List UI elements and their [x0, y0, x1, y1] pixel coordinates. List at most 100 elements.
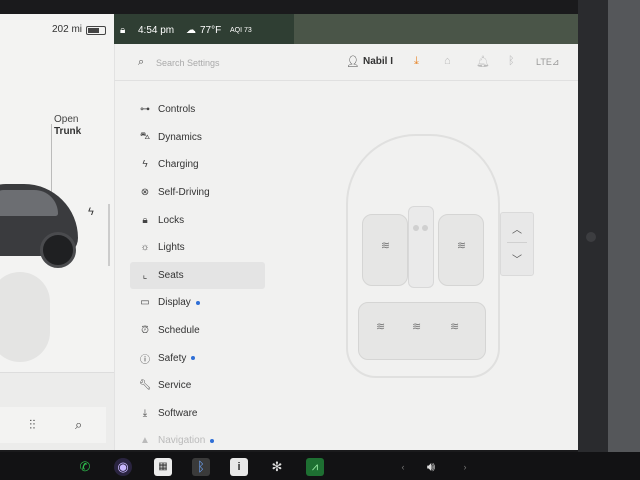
menu-item-dynamics[interactable]: ⛍︎ Dynamics — [130, 124, 265, 152]
menu-item-seats[interactable]: ⌞ Seats — [130, 261, 265, 290]
battery-icon — [86, 26, 106, 35]
sun-icon: ☼ — [140, 242, 150, 254]
notification-dot — [191, 356, 196, 361]
menu-item-safety[interactable]: ⓘ Safety — [130, 344, 265, 372]
download-icon[interactable]: ⤓ — [414, 55, 419, 68]
menu-item-navigation[interactable]: ▲ Navigation — [130, 427, 265, 450]
clock: 4:54 pm — [138, 25, 175, 36]
chevron-left-icon[interactable]: ‹ — [394, 458, 412, 476]
menu-label: Service — [158, 380, 192, 392]
chevron-down-icon[interactable]: ﹀ — [501, 251, 533, 266]
menu-label: Navigation — [158, 435, 206, 447]
outside-temperature: 77°F — [200, 25, 222, 36]
info-icon[interactable]: i — [230, 458, 248, 476]
menu-label: Safety — [158, 352, 187, 364]
rear-left-seat-heater-icon[interactable]: ≋ — [376, 320, 385, 333]
trunk-action-label: Open — [54, 114, 79, 125]
charge-port-icon[interactable]: ϟ — [88, 206, 94, 218]
seat-icon: ⌞ — [142, 269, 148, 281]
cellular-signal-icon: LTE⊿ — [536, 57, 560, 67]
lightning-icon: ϟ — [142, 159, 148, 171]
center-console — [408, 206, 434, 288]
notification-dot — [195, 300, 200, 305]
toggle-icon: ⊶ — [140, 104, 150, 116]
cloud-icon: ☁︎ — [186, 25, 196, 36]
media-control-row — [0, 407, 106, 443]
equalizer-icon[interactable]: ⫶⫶ — [29, 417, 36, 433]
shopping-bag-icon[interactable]: ⌂ — [444, 55, 451, 67]
car-wheel — [40, 232, 76, 268]
notification-dot — [210, 438, 215, 443]
search-settings-input[interactable] — [154, 54, 278, 72]
trunk-pointer-line — [51, 124, 52, 192]
trunk-label: Trunk — [54, 126, 82, 137]
menu-item-service[interactable]: 🔧︎ Service — [130, 372, 265, 400]
menu-label: Dynamics — [158, 131, 202, 143]
chevron-up-icon[interactable]: ︿ — [501, 221, 533, 236]
signal-lte-label: LTE — [536, 57, 552, 67]
download-icon: ⤓ — [142, 407, 148, 419]
menu-label: Display — [158, 297, 191, 309]
heat-waves-icon: ≋ — [380, 240, 390, 252]
menu-label: Locks — [158, 214, 185, 226]
phone-icon[interactable]: ✆ — [76, 458, 94, 476]
background-window — [608, 0, 640, 480]
app-dock: ✆ ◉ ▦ ᛒ i ✻ ⩘ ‹ 🔊︎ › — [0, 452, 640, 480]
menu-item-self-driving[interactable]: ⊗ Self-Driving — [130, 179, 265, 207]
menu-label: Controls — [158, 104, 196, 116]
air-quality-index: AQI 73 — [230, 27, 252, 34]
wrench-icon: 🔧︎ — [138, 380, 152, 392]
menu-label: Charging — [158, 159, 199, 171]
car-reflection — [0, 272, 50, 362]
settings-menu: ⊶ Controls ⛍︎ Dynamics ϟ Charging ⊗ Self-Dri… — [130, 96, 265, 450]
range-readout: 202 mi — [52, 24, 83, 35]
panel-scrollbar[interactable] — [108, 204, 110, 266]
menu-item-controls[interactable]: ⊶ Controls — [130, 96, 265, 124]
front-right-seat-heater[interactable]: ≋ — [438, 214, 484, 286]
settings-header: ⌕ 👤︎ Nabil I ⤓ ⌂ 🔔︎ ᛒ LTE⊿ — [114, 46, 578, 81]
touchscreen: 202 mi Open Trunk ϟ ⫶⫶ ⌕ 🔒︎ 4:54 pm ☁︎ 7… — [0, 14, 578, 450]
calendar-icon[interactable]: ▦ — [154, 458, 172, 476]
media-search-icon[interactable]: ⌕ — [75, 417, 82, 433]
menu-label: Schedule — [158, 325, 200, 337]
status-bar: 🔒︎ 4:54 pm ☁︎ 77°F AQI 73 — [114, 14, 578, 44]
screen-bezel — [578, 0, 640, 480]
camera-icon[interactable]: ◉ — [114, 458, 132, 476]
car-icon: ⛍︎ — [139, 130, 151, 142]
lock-icon: 🔒︎ — [142, 214, 148, 226]
open-trunk-button[interactable]: Open Trunk — [54, 114, 81, 138]
scroll-control: ︿ ﹀ — [500, 212, 534, 276]
stocks-chart-icon[interactable]: ⩘ — [306, 458, 324, 476]
car-status-panel: 202 mi Open Trunk ϟ ⫶⫶ ⌕ — [0, 14, 115, 450]
menu-item-display[interactable]: ▭ Display — [130, 289, 265, 317]
bell-icon[interactable]: 🔔︎ — [476, 55, 490, 68]
driver-profile-name[interactable]: Nabil I — [363, 56, 393, 67]
rear-center-seat-heater-icon[interactable]: ≋ — [412, 320, 421, 333]
bezel-sensor — [586, 232, 596, 242]
map-preview — [294, 14, 578, 44]
menu-label: Seats — [158, 269, 184, 281]
display-icon: ▭ — [140, 297, 150, 309]
menu-item-software[interactable]: ⤓ Software — [130, 400, 265, 428]
volume-icon[interactable]: 🔊︎ — [422, 458, 440, 476]
media-controls-area: ⫶⫶ ⌕ — [0, 372, 114, 450]
front-left-seat-heater[interactable]: ≋ — [362, 214, 408, 286]
bluetooth-icon[interactable]: ᛒ — [192, 458, 210, 476]
fan-icon[interactable]: ✻ — [268, 458, 286, 476]
lock-icon[interactable]: 🔒︎ — [120, 25, 125, 36]
menu-label: Lights — [158, 242, 185, 254]
menu-item-lights[interactable]: ☼ Lights — [130, 234, 265, 262]
heat-waves-icon: ≋ — [456, 240, 466, 252]
user-profile-icon[interactable]: 👤︎ — [346, 55, 360, 68]
search-icon: ⌕ — [138, 56, 145, 68]
chevron-right-icon[interactable]: › — [456, 458, 474, 476]
menu-item-schedule[interactable]: ⏰︎ Schedule — [130, 317, 265, 345]
steering-wheel-icon: ⊗ — [140, 187, 150, 199]
menu-item-charging[interactable]: ϟ Charging — [130, 151, 265, 179]
alert-circle-icon: ⓘ — [140, 354, 150, 366]
navigation-arrow-icon: ▲ — [140, 435, 150, 447]
menu-item-locks[interactable]: 🔒︎ Locks — [130, 206, 265, 234]
rear-right-seat-heater-icon[interactable]: ≋ — [450, 320, 459, 333]
bluetooth-status-icon[interactable]: ᛒ — [508, 55, 515, 67]
alarm-clock-icon: ⏰︎ — [141, 325, 149, 337]
